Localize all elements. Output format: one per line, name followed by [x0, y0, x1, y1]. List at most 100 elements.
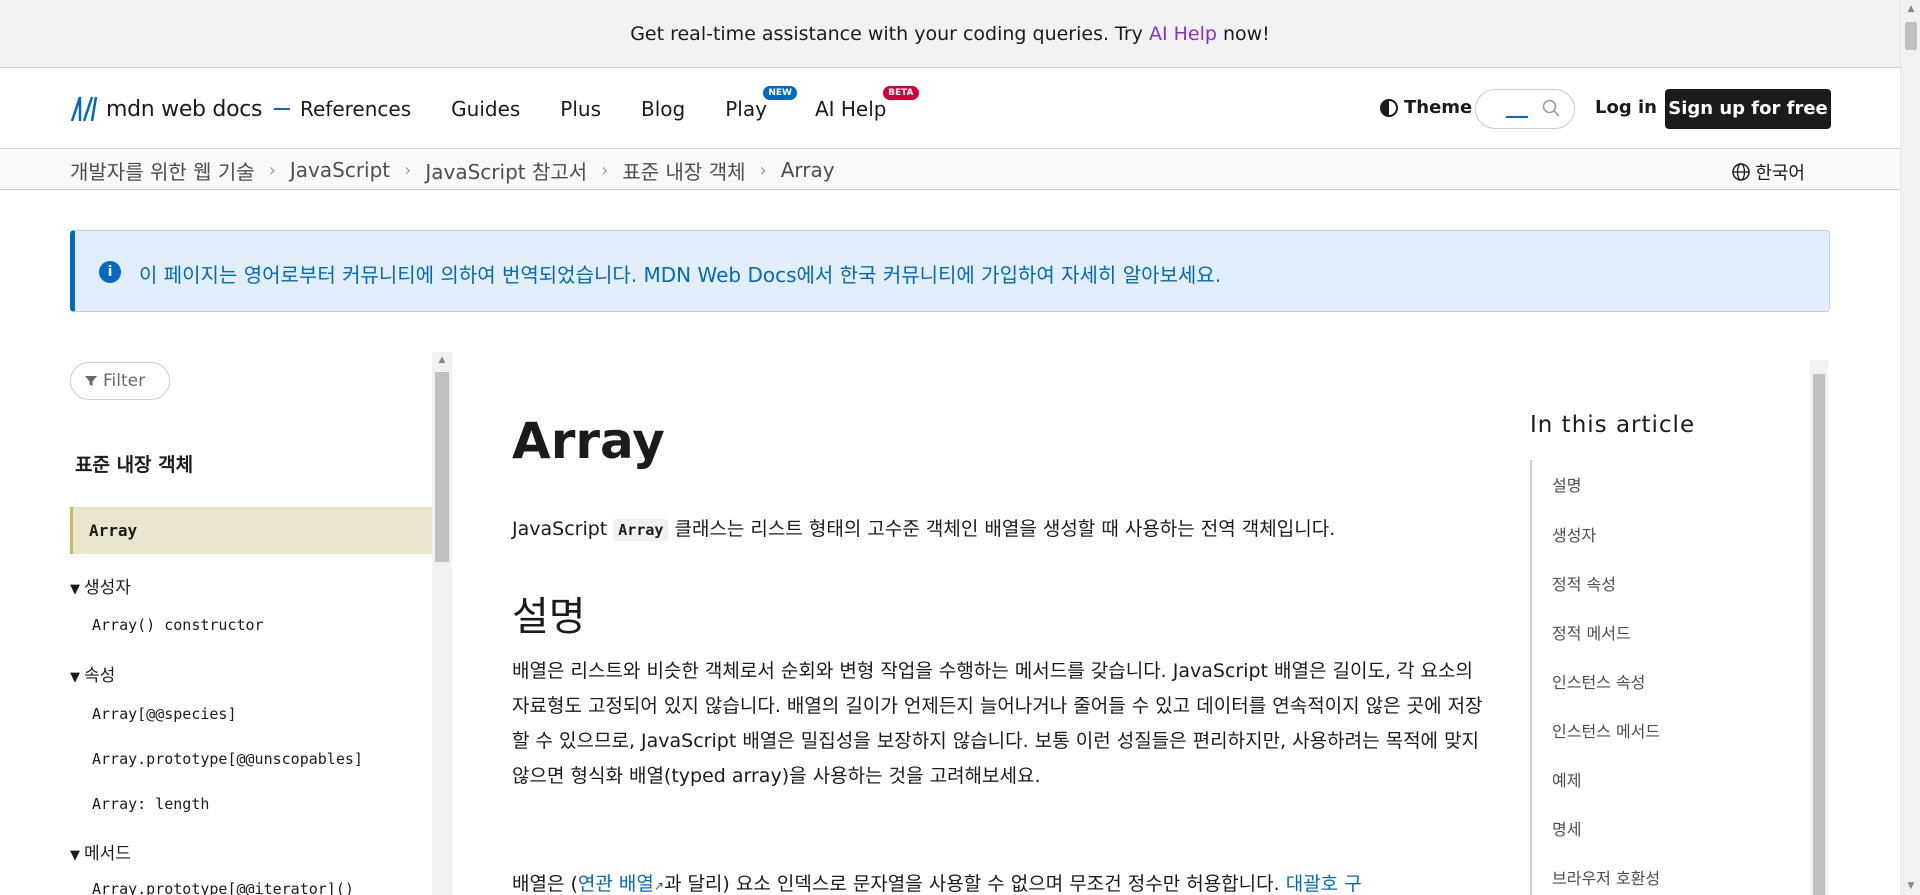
page-title: Array	[512, 412, 665, 470]
external-link-icon: ↗	[653, 879, 664, 893]
notice-community-link[interactable]: MDN Web Docs에서 한국 커뮤니티에 가입하여 자세히 알아보세요.	[644, 263, 1222, 287]
breadcrumb-item[interactable]: JavaScript	[290, 158, 390, 182]
nav-play[interactable]: Play NEW	[725, 86, 797, 121]
toc-item[interactable]: 인스턴스 속성	[1552, 669, 1645, 693]
login-link[interactable]: Log in	[1595, 97, 1657, 118]
toc-item[interactable]: 설명	[1552, 472, 1581, 496]
language-label: 한국어	[1755, 163, 1805, 184]
page-scrollbar[interactable]: ▲ ▼	[1900, 0, 1920, 895]
sidebar-item[interactable]: Array.prototype[@@unscopables]	[92, 750, 363, 768]
nav-play-label: Play	[725, 97, 767, 121]
sidebar-group-properties[interactable]: ▼ 속성	[70, 661, 115, 686]
filter-label: Filter	[103, 371, 146, 391]
triangle-down-icon: ▼	[70, 670, 80, 685]
triangle-down-icon: ▼	[70, 582, 80, 597]
toc-item[interactable]: 생성자	[1552, 522, 1596, 546]
inline-code: Array	[613, 519, 669, 541]
toc-divider	[1530, 460, 1532, 895]
sidebar-item[interactable]: Array() constructor	[92, 616, 264, 634]
toc-item[interactable]: 브라우저 호환성	[1552, 865, 1660, 889]
intro-text: JavaScript	[512, 518, 614, 540]
nav-plus[interactable]: Plus	[560, 97, 601, 121]
sidebar-group-constructors[interactable]: ▼ 생성자	[70, 573, 131, 598]
banner-ai-help-link[interactable]: AI Help	[1149, 23, 1217, 45]
globe-icon	[1732, 163, 1751, 181]
para-text-mid: 과 달리) 요소 인덱스로 문자열을 사용할 수 없으며 무조건 정수만 허용합…	[663, 873, 1286, 895]
top-navigation: mdn web docs References Guides Plus Blog…	[0, 69, 1900, 149]
article-paragraph: 배열은 (연관 배열↗과 달리) 요소 인덱스로 문자열을 사용할 수 없으며 …	[512, 867, 1492, 895]
toc-scrollbar-thumb[interactable]	[1813, 374, 1825, 895]
intro-text-end: 클래스는 리스트 형태의 고수준 객체인 배열을 생성할 때 사용하는 전역 객…	[668, 518, 1336, 540]
theme-switcher-button[interactable]: Theme	[1380, 97, 1472, 118]
sidebar-group-label: 속성	[84, 666, 116, 686]
nav-guides[interactable]: Guides	[451, 97, 520, 121]
theme-icon	[1380, 98, 1398, 117]
chevron-right-icon: ›	[268, 159, 276, 181]
scroll-up-arrow-icon[interactable]: ▲	[1901, 0, 1920, 18]
toc-item[interactable]: 정적 메서드	[1552, 620, 1631, 644]
mdn-logo[interactable]: mdn web docs	[70, 95, 291, 123]
table-of-contents: In this article 설명 생성자 정적 속성 정적 메서드 인스턴스…	[1530, 352, 1810, 895]
language-switcher[interactable]: 한국어	[1731, 159, 1805, 185]
toc-title: In this article	[1530, 412, 1696, 438]
ai-help-banner: Get real-time assistance with your codin…	[0, 0, 1900, 68]
main-content: Array JavaScript Array 클래스는 리스트 형태의 고수준 …	[452, 352, 1502, 895]
logo-text: mdn web docs	[106, 96, 263, 122]
theme-label: Theme	[1404, 97, 1473, 118]
breadcrumb-bar: 개발자를 위한 웹 기술 › JavaScript › JavaScript 참…	[0, 150, 1900, 190]
sidebar-filter-button[interactable]: Filter	[70, 362, 170, 400]
sidebar-scrollbar-thumb[interactable]	[435, 372, 449, 562]
banner-text: Get real-time assistance with your codin…	[630, 23, 1149, 45]
filter-icon	[85, 376, 97, 386]
mdn-logo-icon	[70, 96, 98, 122]
search-input[interactable]	[1475, 89, 1575, 129]
breadcrumb-item[interactable]: 표준 내장 객체	[622, 156, 745, 185]
sidebar-heading[interactable]: 표준 내장 객체	[75, 450, 193, 477]
sidebar-scrollbar[interactable]: ▲	[432, 352, 452, 895]
toc-item[interactable]: 예제	[1552, 767, 1581, 791]
breadcrumb-item[interactable]: JavaScript 참고서	[425, 156, 587, 185]
banner-text-end: now!	[1216, 23, 1270, 45]
logo-underscore	[274, 108, 291, 110]
toc-item[interactable]: 명세	[1552, 816, 1581, 840]
scroll-up-arrow-icon[interactable]: ▲	[432, 352, 452, 368]
sidebar-item-active[interactable]: Array	[70, 507, 432, 554]
nav-ai-help[interactable]: AI Help BETA	[814, 86, 919, 121]
nav-references[interactable]: References	[300, 97, 411, 121]
section-heading[interactable]: 설명	[512, 584, 586, 642]
sidebar-item[interactable]: Array: length	[92, 795, 209, 813]
breadcrumb: 개발자를 위한 웹 기술 › JavaScript › JavaScript 참…	[70, 150, 835, 190]
signup-button[interactable]: Sign up for free	[1665, 89, 1831, 129]
para-text: 배열은 (	[512, 873, 578, 895]
sidebar-group-label: 메서드	[84, 844, 131, 864]
bracket-notation-link[interactable]: 대괄호 구	[1286, 873, 1362, 895]
new-badge: NEW	[763, 86, 797, 100]
scroll-down-arrow-icon[interactable]: ▼	[1901, 877, 1920, 895]
breadcrumb-item-current[interactable]: Array	[781, 158, 835, 182]
article-intro: JavaScript Array 클래스는 리스트 형태의 고수준 객체인 배열…	[512, 514, 1335, 541]
toc-scrollbar[interactable]	[1810, 360, 1828, 895]
nav-blog[interactable]: Blog	[641, 97, 685, 121]
search-caret	[1506, 116, 1528, 118]
toc-item[interactable]: 정적 속성	[1552, 571, 1616, 595]
sidebar-item[interactable]: Array[@@species]	[92, 705, 237, 723]
toc-item[interactable]: 인스턴스 메서드	[1552, 718, 1660, 742]
chevron-right-icon: ›	[759, 159, 767, 181]
sidebar-group-methods[interactable]: ▼ 메서드	[70, 839, 131, 864]
sidebar-group-label: 생성자	[84, 578, 131, 598]
sidebar-item[interactable]: Array.prototype[@@iterator]()	[92, 880, 354, 895]
breadcrumb-item[interactable]: 개발자를 위한 웹 기술	[70, 156, 255, 185]
associative-array-link[interactable]: 연관 배열	[578, 873, 654, 895]
page-scrollbar-thumb[interactable]	[1905, 22, 1917, 50]
nav-ai-help-label: AI Help	[814, 97, 887, 121]
search-icon[interactable]	[1542, 99, 1560, 117]
sidebar: Filter 표준 내장 객체 Array ▼ 생성자 Array() const…	[70, 352, 452, 895]
article-paragraph: 배열은 리스트와 비슷한 객체로서 순회와 변형 작업을 수행하는 메서드를 갖…	[512, 660, 1483, 787]
triangle-down-icon: ▼	[70, 848, 80, 863]
chevron-right-icon: ›	[601, 159, 609, 181]
info-icon: i	[99, 261, 121, 283]
translation-notice: i 이 페이지는 영어로부터 커뮤니티에 의하여 번역되었습니다. MDN We…	[70, 230, 1830, 312]
main-menu: References Guides Plus Blog Play NEW AI H…	[300, 69, 927, 149]
chevron-right-icon: ›	[404, 159, 412, 181]
notice-text-before: 이 페이지는 영어로부터 커뮤니티에 의하여 번역되었습니다.	[139, 263, 644, 287]
